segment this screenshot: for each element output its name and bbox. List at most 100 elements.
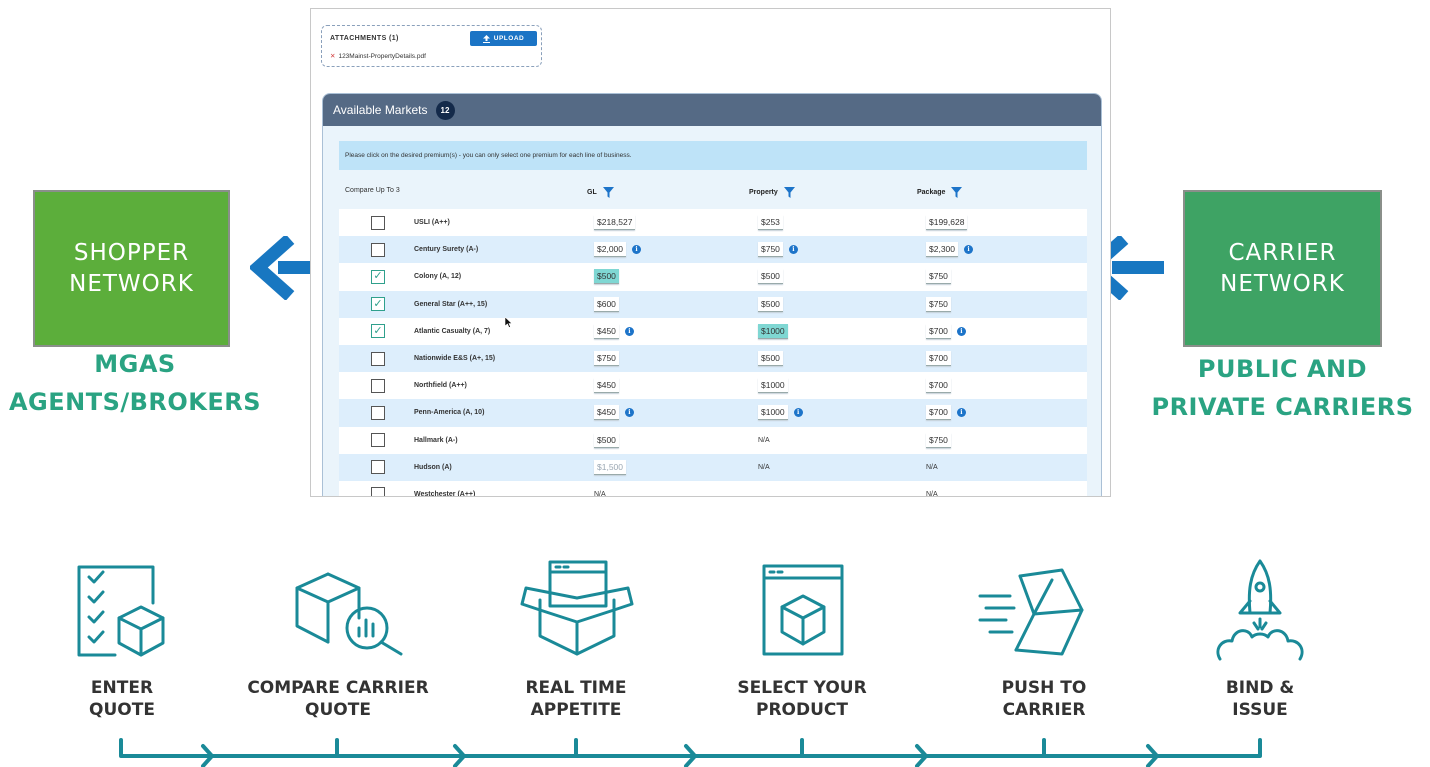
premium-button[interactable]: $600 [594, 296, 619, 312]
premium-button[interactable]: $1000 [758, 323, 788, 339]
premium-button[interactable]: $500 [758, 269, 783, 285]
info-icon[interactable]: i [624, 408, 634, 418]
compare-checkbox[interactable] [371, 215, 385, 230]
carrier-subtitle-line2: PRIVATE CARRIERS [1151, 393, 1414, 421]
premium-button[interactable]: $750 [926, 432, 951, 448]
table-row: ✓ General Star (A++, 15) $600 $500 $750 [339, 290, 1087, 318]
shopper-network-box: SHOPPER NETWORK [33, 190, 230, 347]
not-available-text: N/A [926, 463, 938, 471]
premium-button[interactable]: $2,000 [594, 242, 626, 258]
markets-count-badge: 12 [435, 100, 455, 120]
step-label-line1: PUSH TO [1001, 678, 1087, 698]
step-label-line1: SELECT YOUR [737, 678, 867, 698]
column-package: Package [917, 187, 963, 198]
premium-button[interactable]: $700 [926, 405, 951, 421]
not-available-text: N/A [926, 490, 938, 497]
remove-file-icon[interactable]: ✕ [330, 53, 335, 60]
pkg-premium-cell: N/A [926, 490, 938, 497]
info-icon[interactable]: i [793, 408, 803, 418]
premium-button[interactable]: $450 [594, 378, 619, 394]
selection-notice: Please click on the desired premium(s) -… [339, 141, 1087, 170]
carrier-name: Nationwide E&S (A+, 15) [414, 355, 496, 363]
pkg-premium-cell: $750 [926, 432, 951, 448]
markets-title: Available Markets [333, 103, 428, 117]
compare-checkbox[interactable] [371, 351, 385, 366]
premium-button[interactable]: $199,628 [926, 215, 968, 231]
gl-premium-cell: $450 [594, 378, 619, 394]
step-label-line1: REAL TIME [525, 678, 627, 698]
info-icon[interactable]: i [788, 245, 798, 255]
compare-checkbox[interactable]: ✓ [371, 297, 385, 312]
compare-checkbox[interactable]: ✓ [371, 324, 385, 339]
premium-button[interactable]: $450 [594, 405, 619, 421]
column-property-label: Property [749, 189, 778, 196]
moving-box-icon [978, 568, 1084, 656]
step-label-line2: QUOTE [305, 700, 371, 720]
shopper-subtitle-line2: AGENTS/BROKERS [8, 388, 262, 416]
carrier-name: Northfield (A++) [414, 382, 467, 390]
premium-button[interactable]: $700 [926, 323, 951, 339]
attachment-file-name[interactable]: 123Mainst-PropertyDetails.pdf [338, 53, 425, 60]
info-icon[interactable]: i [624, 326, 634, 336]
compare-checkbox[interactable] [371, 433, 385, 448]
info-icon[interactable]: i [956, 408, 966, 418]
compare-checkbox[interactable] [371, 405, 385, 420]
premium-button[interactable]: $2,300 [926, 242, 958, 258]
premium-button[interactable]: $1,500 [594, 459, 626, 475]
premium-button[interactable]: $1000 [758, 405, 788, 421]
gl-premium-cell: $750 [594, 351, 619, 367]
step-push-to-carrier: PUSH TO CARRIER [964, 677, 1124, 721]
premium-button[interactable]: $253 [758, 215, 783, 231]
info-icon[interactable]: i [964, 245, 973, 255]
upload-icon [482, 34, 490, 43]
pkg-premium-cell: N/A [926, 464, 938, 471]
prop-premium-cell: $1000 [758, 378, 788, 394]
step-label-line1: ENTER [90, 678, 154, 698]
shopper-subtitle-line1: MGAS [94, 350, 176, 378]
prop-premium-cell: N/A [758, 437, 770, 444]
premium-button[interactable]: $1000 [758, 378, 788, 394]
pkg-premium-cell: $700 [926, 351, 951, 367]
premium-button[interactable]: $750 [594, 351, 619, 367]
compare-checkbox[interactable]: ✓ [371, 269, 385, 284]
checklist-box-icon [77, 565, 165, 657]
pkg-premium-cell: $750 [926, 269, 951, 285]
table-row: Penn-America (A, 10) $450 i $1000 i $700 i [339, 399, 1087, 427]
filter-icon[interactable] [951, 187, 963, 198]
compare-checkbox[interactable] [371, 460, 385, 475]
table-row: ✓ Colony (A, 12) $500 $500 $750 [339, 263, 1087, 291]
filter-icon[interactable] [602, 187, 614, 198]
premium-button[interactable]: $500 [594, 432, 619, 448]
table-row: ✓ Atlantic Casualty (A, 7) $450 i $1000 $700 i [339, 317, 1087, 345]
compare-checkbox[interactable] [371, 378, 385, 393]
gl-premium-cell: $1,500 [594, 459, 626, 475]
step-bind-issue: BIND & ISSUE [1180, 677, 1340, 721]
carrier-name: Hallmark (A-) [414, 436, 458, 444]
compare-checkbox[interactable] [371, 242, 385, 257]
column-property: Property [749, 187, 795, 198]
premium-button[interactable]: $750 [926, 296, 951, 312]
info-icon[interactable]: i [956, 326, 966, 336]
table-row: Hudson (A) $1,500 N/A N/A [339, 453, 1087, 481]
markets-table: USLI (A++) $218,527 $253 $199,628 Century Su… [339, 209, 1087, 497]
upload-button[interactable]: UPLOAD [470, 31, 537, 46]
window-box-icon [762, 564, 844, 656]
compare-checkbox[interactable] [371, 487, 385, 496]
premium-button[interactable]: $218,527 [594, 215, 636, 231]
info-icon[interactable]: i [632, 245, 641, 255]
premium-button[interactable]: $750 [926, 269, 951, 285]
premium-button[interactable]: $500 [758, 296, 783, 312]
pkg-premium-cell: $199,628 [926, 215, 968, 231]
premium-button[interactable]: $700 [926, 378, 951, 394]
premium-button[interactable]: $750 [758, 242, 783, 258]
premium-button[interactable]: $500 [594, 269, 619, 285]
step-label-line2: ISSUE [1232, 700, 1288, 720]
rocket-launch-icon [1216, 559, 1304, 661]
carrier-name: Atlantic Casualty (A, 7) [414, 327, 491, 335]
filter-icon[interactable] [783, 187, 795, 198]
premium-button[interactable]: $700 [926, 351, 951, 367]
shopper-network-line2: NETWORK [69, 270, 194, 297]
gl-premium-cell: $450 i [594, 323, 634, 339]
premium-button[interactable]: $450 [594, 323, 619, 339]
premium-button[interactable]: $500 [758, 351, 783, 367]
